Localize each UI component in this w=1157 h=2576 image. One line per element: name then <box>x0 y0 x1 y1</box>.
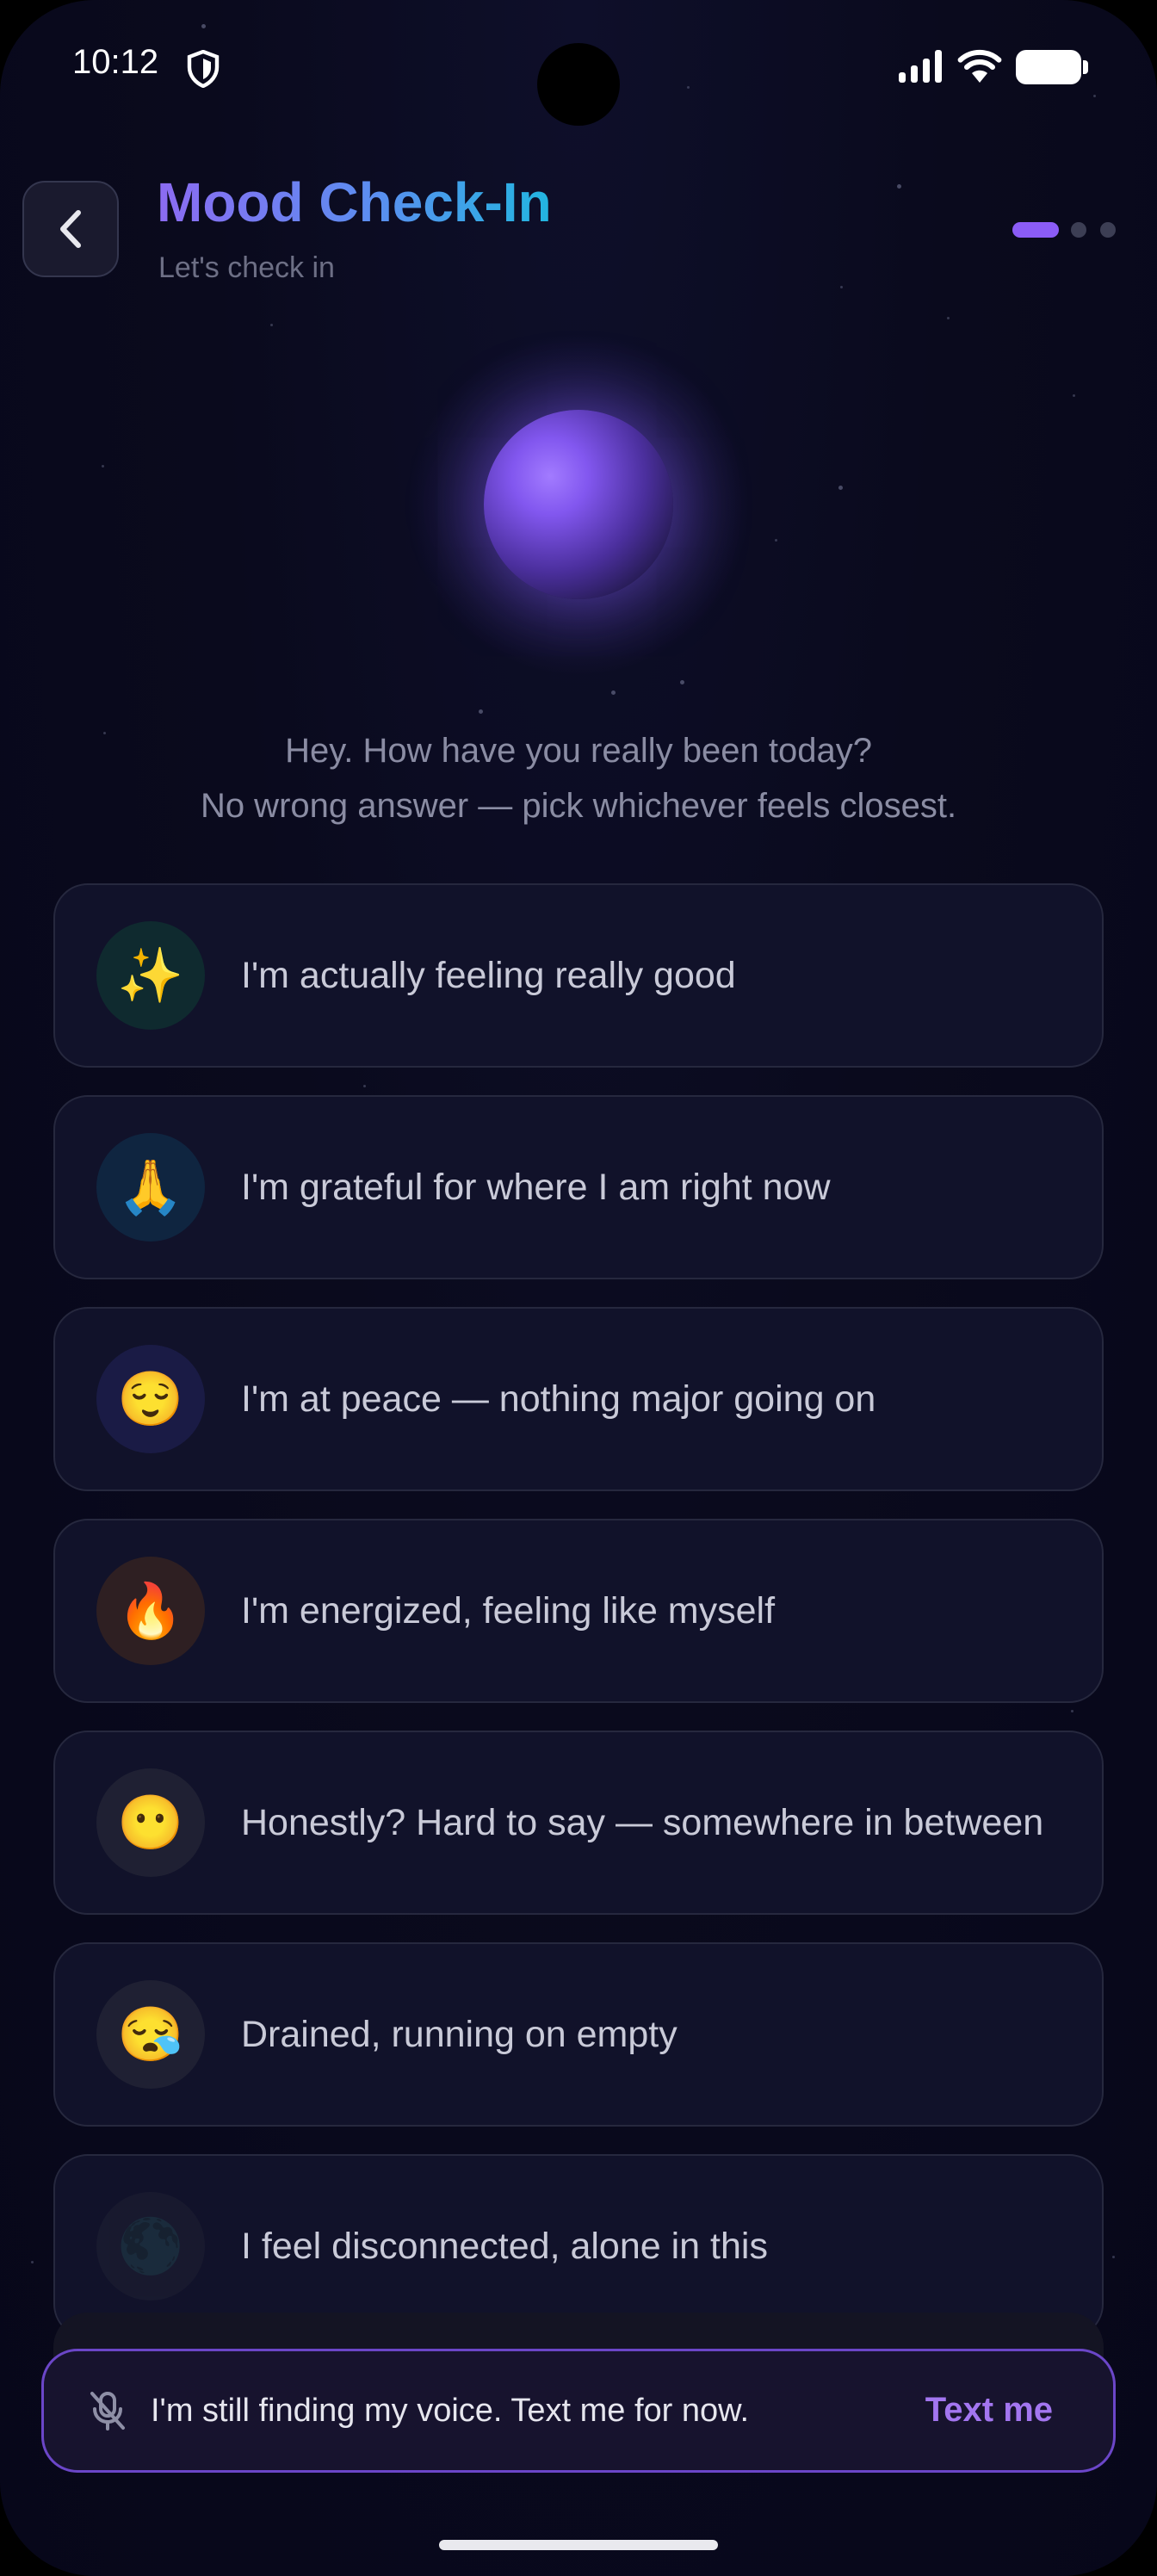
status-time: 10:12 <box>72 43 159 81</box>
fire-icon: 🔥 <box>96 1557 205 1665</box>
prompt-hint: No wrong answer — pick whichever feels c… <box>200 787 957 825</box>
sparkles-icon: ✨ <box>96 921 205 1030</box>
mood-option[interactable]: 🙏 I'm grateful for where I am right now <box>53 1095 1104 1279</box>
relieved-face-icon: 😌 <box>96 1345 205 1453</box>
no-mouth-face-icon: 😶 <box>96 1768 205 1877</box>
sleepy-face-icon: 😪 <box>96 1980 205 2089</box>
mood-option[interactable]: 🌑 I feel disconnected, alone in this <box>53 2154 1104 2338</box>
mood-option[interactable]: 😶 Honestly? Hard to say — somewhere in b… <box>53 1731 1104 1915</box>
page-title: Mood Check-In <box>157 171 552 233</box>
home-indicator[interactable] <box>439 2540 718 2550</box>
signal-icon <box>899 50 942 83</box>
back-button[interactable] <box>22 181 119 277</box>
shield-icon <box>187 50 220 88</box>
mood-option[interactable]: 😪 Drained, running on empty <box>53 1942 1104 2127</box>
mood-option-label: I'm grateful for where I am right now <box>241 1167 831 1208</box>
praying-hands-icon: 🙏 <box>96 1133 205 1242</box>
battery-icon <box>1016 50 1088 84</box>
page-subtitle: Let's check in <box>158 251 335 284</box>
text-me-button[interactable]: Text me <box>925 2391 1053 2430</box>
mood-orb <box>484 410 673 599</box>
mood-option[interactable]: 🔥 I'm energized, feeling like myself <box>53 1519 1104 1703</box>
mood-option-label: Drained, running on empty <box>241 2014 677 2055</box>
mood-option-label: I'm at peace — nothing major going on <box>241 1378 876 1420</box>
mood-option-label: I'm actually feeling really good <box>241 955 736 996</box>
mood-option[interactable]: ✨ I'm actually feeling really good <box>53 883 1104 1068</box>
step-dot <box>1071 222 1086 238</box>
voice-fallback-text: I'm still finding my voice. Text me for … <box>151 2392 750 2429</box>
mood-option-label: Honestly? Hard to say — somewhere in bet… <box>241 1802 1044 1843</box>
chevron-left-icon <box>60 210 81 248</box>
mic-off-icon <box>90 2392 125 2430</box>
step-dot <box>1100 222 1116 238</box>
mood-option[interactable]: 😌 I'm at peace — nothing major going on <box>53 1307 1104 1491</box>
voice-fallback-bar[interactable]: I'm still finding my voice. Text me for … <box>41 2349 1116 2473</box>
step-dot-active <box>1012 222 1059 238</box>
wifi-icon <box>957 49 1002 83</box>
mood-option-label: I'm energized, feeling like myself <box>241 1590 776 1632</box>
mood-option-label: I feel disconnected, alone in this <box>241 2226 768 2267</box>
camera-cutout <box>537 43 620 126</box>
new-moon-icon: 🌑 <box>96 2192 205 2300</box>
prompt-question: Hey. How have you really been today? <box>285 732 872 770</box>
app-screen: 10:12 Mood Check-In Let's check in Hey. … <box>0 0 1157 2576</box>
